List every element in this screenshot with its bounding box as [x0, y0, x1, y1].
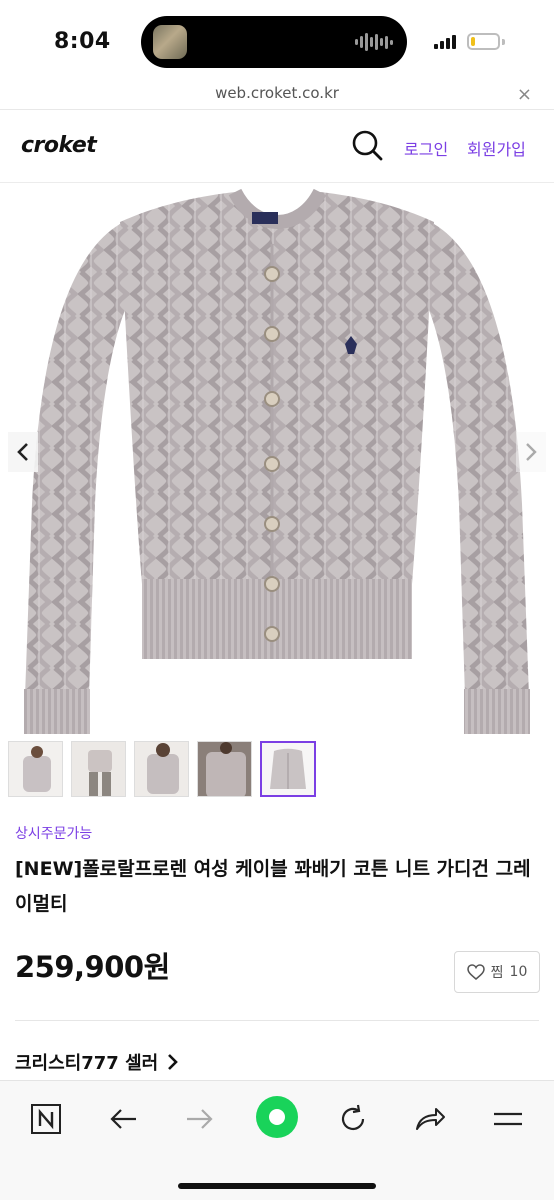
thumbnail[interactable] [8, 741, 63, 797]
battery-icon [467, 33, 500, 50]
wishlist-label: 찜 [490, 965, 504, 981]
thumbnail[interactable] [71, 741, 126, 797]
close-icon[interactable]: × [517, 84, 532, 105]
green-dot-icon [256, 1096, 298, 1138]
cellular-signal-icon [434, 35, 462, 49]
product-title: [NEW]폴로랄프로렌 여성 케이블 꽈배기 코튼 니트 가디건 그레이멀티 [15, 858, 531, 915]
thumbnail[interactable] [134, 741, 189, 797]
seller-name: 크리스티777 셀러 [15, 1053, 159, 1074]
wishlist-count: 10 [509, 964, 528, 980]
product-image-gallery[interactable] [0, 184, 554, 736]
battery-tip [502, 39, 505, 45]
naver-home-button[interactable] [26, 1099, 66, 1139]
browser-toolbar [0, 1080, 554, 1200]
naver-n-icon [31, 1104, 61, 1134]
reload-icon [341, 1104, 365, 1131]
chevron-right-icon [168, 1054, 179, 1070]
croket-logo[interactable]: croket [21, 133, 97, 158]
seller-link[interactable]: 크리스티777 셀러 [15, 1049, 179, 1075]
search-icon[interactable] [350, 128, 384, 162]
home-indicator[interactable] [178, 1183, 376, 1189]
audio-waveform-icon [355, 32, 393, 52]
url-text[interactable]: web.croket.co.kr [0, 84, 554, 102]
status-bar: 8:04 [0, 0, 554, 82]
dynamic-island[interactable] [141, 16, 407, 68]
back-button[interactable] [103, 1099, 143, 1139]
divider [15, 1020, 539, 1021]
thumbnail[interactable] [197, 741, 252, 797]
heart-icon [466, 964, 485, 980]
thumbnail-active[interactable] [260, 741, 316, 797]
status-time: 8:04 [54, 29, 111, 54]
arrow-left-icon [110, 1109, 136, 1129]
login-link[interactable]: 로그인 [404, 136, 448, 160]
gallery-next-button[interactable] [516, 432, 546, 472]
gallery-prev-button[interactable] [8, 432, 38, 472]
chevron-right-icon [526, 443, 537, 461]
share-icon [416, 1108, 445, 1130]
arrow-right-icon [187, 1109, 213, 1129]
product-image [24, 188, 530, 734]
availability-label: 상시주문가능 [15, 826, 93, 842]
site-header: croket 로그인 회원가입 [0, 111, 554, 183]
hamburger-menu-icon [494, 1112, 522, 1126]
menu-button[interactable] [488, 1099, 528, 1139]
wishlist-button[interactable]: 찜 10 [454, 951, 540, 993]
reload-button[interactable] [333, 1099, 373, 1139]
green-dot-button[interactable] [255, 1095, 299, 1139]
url-bar[interactable]: web.croket.co.kr × [0, 82, 554, 110]
forward-button[interactable] [180, 1099, 220, 1139]
signup-link[interactable]: 회원가입 [467, 136, 526, 160]
chevron-left-icon [17, 443, 28, 461]
thumbnail-strip [8, 741, 316, 799]
now-playing-artwork [153, 25, 187, 59]
share-button[interactable] [410, 1099, 450, 1139]
product-price: 259,900원 [15, 950, 170, 984]
